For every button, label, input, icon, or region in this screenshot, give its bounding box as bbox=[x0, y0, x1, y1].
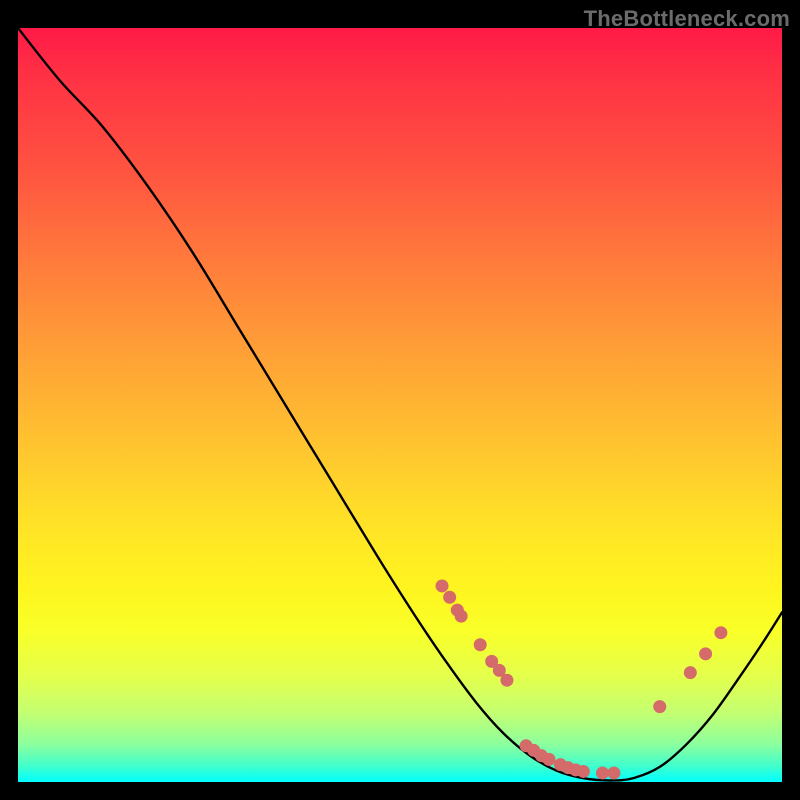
curve-layer bbox=[18, 28, 782, 782]
data-point bbox=[542, 753, 555, 766]
data-point bbox=[684, 666, 697, 679]
data-point bbox=[596, 766, 609, 779]
plot-area bbox=[18, 28, 782, 782]
data-point bbox=[607, 766, 620, 779]
data-point bbox=[443, 591, 456, 604]
bottleneck-curve bbox=[18, 28, 782, 780]
data-point bbox=[653, 700, 666, 713]
marker-dots bbox=[436, 579, 728, 779]
data-point bbox=[577, 765, 590, 778]
chart-frame: TheBottleneck.com bbox=[0, 0, 800, 800]
data-point bbox=[714, 626, 727, 639]
data-point bbox=[500, 674, 513, 687]
data-point bbox=[699, 647, 712, 660]
data-point bbox=[436, 579, 449, 592]
data-point bbox=[474, 638, 487, 651]
watermark-text: TheBottleneck.com bbox=[584, 6, 790, 32]
data-point bbox=[455, 610, 468, 623]
